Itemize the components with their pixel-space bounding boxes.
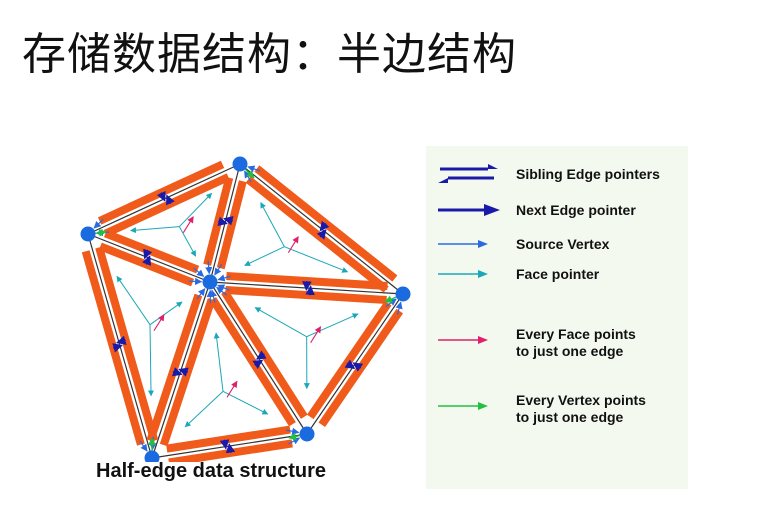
- face-pointer: [254, 307, 307, 338]
- mesh-vertex: [232, 156, 248, 172]
- next-edge-arrow-icon: [438, 204, 500, 216]
- legend-item-next-edge: Next Edge pointer: [434, 196, 684, 232]
- vertex-edge-arrow-icon: [438, 402, 488, 410]
- face-edge-pointer: [226, 380, 238, 398]
- legend-item-face-edge: Every Face points to just one edge: [434, 324, 684, 360]
- mesh-vertex: [202, 274, 218, 290]
- half-edge-bar: [254, 165, 398, 282]
- mesh-vertex: [80, 226, 96, 242]
- source-vertex-arrow-icon: [438, 240, 488, 248]
- legend-label: Next Edge pointer: [516, 202, 636, 218]
- legend-item-sibling-edge: Sibling Edge pointers: [434, 160, 684, 196]
- half-edge-bar: [95, 246, 159, 442]
- face-pointer: [306, 313, 359, 338]
- legend-item-face-pointer: Face pointer: [434, 260, 684, 296]
- half-edge-diagram: [80, 156, 411, 462]
- half-edge-figure: Sibling Edge pointers Next Edge pointer …: [70, 142, 694, 492]
- face-pointer: [178, 226, 197, 257]
- sibling-edge-arrows-icon: [438, 164, 498, 183]
- legend-item-vertex-edge: Every Vertex points to just one edge: [434, 390, 684, 426]
- face-edge-pointer: [153, 314, 165, 331]
- legend-label: Source Vertex: [516, 236, 610, 252]
- face-edge-pointer: [182, 216, 194, 233]
- half-edge-bar: [306, 300, 392, 420]
- figure-caption: Half-edge data structure: [96, 460, 327, 482]
- face-pointer: [147, 324, 154, 397]
- sibling-edge-pointer: [302, 280, 312, 291]
- slide-title: 存储数据结构：半边结构: [22, 29, 517, 80]
- legend-label: Sibling Edge pointers: [516, 166, 660, 182]
- legend-label: Every Vertex points to just one edge: [516, 392, 646, 425]
- half-edge-bar: [245, 176, 389, 293]
- face-pointer: [184, 390, 224, 428]
- half-edge-bar: [209, 297, 296, 427]
- face-pointer: [244, 246, 285, 266]
- sibling-edge-pointer: [305, 285, 315, 296]
- legend-label: Face pointer: [516, 266, 600, 282]
- face-pointer: [130, 226, 180, 234]
- legend-panel: Sibling Edge pointers Next Edge pointer …: [426, 146, 688, 489]
- face-edge-arrow-icon: [438, 336, 488, 344]
- face-pointer: [149, 301, 183, 326]
- face-pointer: [222, 390, 269, 415]
- mesh-vertex: [299, 426, 315, 442]
- face-pointer: [213, 332, 224, 392]
- legend-label: Every Face points to just one edge: [516, 326, 636, 359]
- mesh-vertex: [395, 286, 411, 302]
- face-pointer-arrow-icon: [438, 270, 488, 278]
